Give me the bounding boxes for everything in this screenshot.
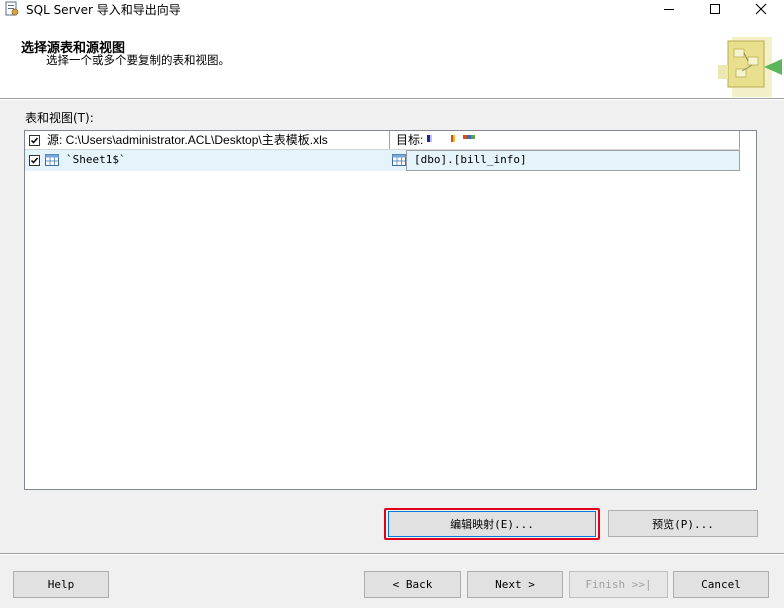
row-checkbox[interactable]: [29, 155, 40, 166]
maximize-icon: [710, 4, 720, 14]
tables-label: 表和视图(T):: [25, 111, 94, 125]
footer-divider-highlight: [0, 554, 784, 555]
help-button[interactable]: Help: [13, 571, 109, 598]
destination-server-glyphs: [427, 135, 475, 142]
finish-button[interactable]: Finish >>|: [569, 571, 668, 598]
table-row[interactable]: `Sheet1$` [dbo].[bill_info]: [25, 150, 740, 171]
checkmark-icon: [30, 137, 39, 144]
wizard-header: 选择源表和源视图 选择一个或多个要复制的表和视图。: [0, 18, 784, 99]
destination-column-label: 目标:: [396, 133, 424, 147]
source-column-header[interactable]: 源: C:\Users\administrator.ACL\Desktop\主表…: [25, 131, 390, 149]
checkmark-icon: [30, 157, 39, 164]
source-column-label: 源: C:\Users\administrator.ACL\Desktop\主表…: [47, 133, 328, 147]
title-bar[interactable]: SQL Server 导入和导出向导: [0, 0, 784, 18]
import-export-wizard-window: SQL Server 导入和导出向导 选择源表和源视图 选择一个或多个要复制的表…: [0, 0, 784, 608]
window-title: SQL Server 导入和导出向导: [26, 3, 181, 17]
destination-table-field[interactable]: [dbo].[bill_info]: [406, 150, 740, 171]
close-button[interactable]: [738, 0, 784, 18]
table-icon: [45, 154, 59, 166]
header-divider: [0, 99, 784, 100]
maximize-button[interactable]: [692, 0, 738, 18]
destination-column-header[interactable]: 目标:: [390, 131, 740, 149]
destination-table-name: [dbo].[bill_info]: [414, 153, 527, 166]
cancel-button[interactable]: Cancel: [673, 571, 769, 598]
listview-header: 源: C:\Users\administrator.ACL\Desktop\主表…: [25, 131, 740, 150]
edit-mappings-highlight: [384, 508, 600, 540]
tables-listview[interactable]: 源: C:\Users\administrator.ACL\Desktop\主表…: [24, 130, 757, 490]
back-button[interactable]: < Back: [364, 571, 461, 598]
preview-button[interactable]: 预览(P)...: [608, 510, 758, 537]
minimize-button[interactable]: [646, 0, 692, 18]
app-icon: [5, 1, 19, 16]
table-icon: [392, 154, 406, 166]
minimize-icon: [664, 9, 674, 10]
source-table-name: `Sheet1$`: [66, 153, 126, 166]
wizard-banner-icon: [718, 37, 782, 97]
page-subtitle: 选择一个或多个要复制的表和视图。: [46, 53, 230, 67]
next-button[interactable]: Next >: [467, 571, 563, 598]
close-icon: [755, 3, 767, 15]
select-all-checkbox[interactable]: [29, 135, 40, 146]
